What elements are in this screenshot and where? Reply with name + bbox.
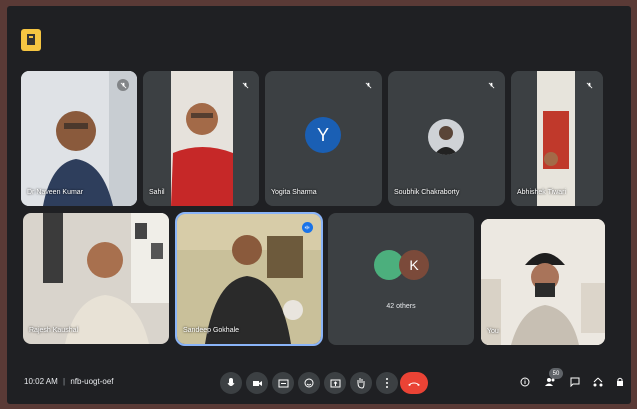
mic-off-icon bbox=[485, 79, 497, 91]
activities-button[interactable] bbox=[590, 373, 606, 391]
video-feed bbox=[511, 71, 603, 206]
video-feed bbox=[143, 71, 259, 206]
end-call-icon bbox=[408, 382, 420, 386]
video-feed bbox=[177, 214, 321, 344]
participant-name: Abhishek Tiwari bbox=[517, 189, 567, 196]
separator: | bbox=[63, 377, 66, 386]
others-count-label: 42 others bbox=[386, 303, 416, 310]
info-icon bbox=[520, 377, 530, 387]
meeting-logo-icon bbox=[21, 29, 41, 51]
present-button[interactable] bbox=[324, 372, 346, 394]
participant-name: Yogita Sharma bbox=[271, 189, 317, 196]
chat-icon bbox=[570, 377, 580, 387]
captions-button[interactable] bbox=[272, 372, 294, 394]
participant-tile-soubhik[interactable]: Soubhik Chakraborty bbox=[388, 71, 505, 206]
lock-button[interactable] bbox=[612, 373, 628, 391]
avatar-others-k: K bbox=[399, 250, 429, 280]
more-options-button[interactable] bbox=[376, 372, 398, 394]
people-button[interactable] bbox=[542, 373, 558, 391]
speaking-indicator-icon bbox=[302, 222, 313, 233]
raise-hand-icon bbox=[357, 378, 365, 389]
participant-name: Dr Naveen Kumar bbox=[27, 189, 84, 196]
mic-off-icon bbox=[362, 79, 374, 91]
more-icon bbox=[386, 378, 388, 388]
video-feed bbox=[481, 219, 605, 345]
avatar: Y bbox=[305, 117, 341, 153]
meeting-info: 10:02 AM | nfb-uogt-oef bbox=[24, 377, 114, 386]
people-icon bbox=[544, 378, 554, 386]
avatar bbox=[428, 119, 464, 155]
participant-tile-yogita[interactable]: Y Yogita Sharma bbox=[265, 71, 382, 206]
activities-icon bbox=[593, 377, 603, 387]
end-call-button[interactable] bbox=[400, 372, 428, 394]
mic-button[interactable] bbox=[220, 372, 242, 394]
mic-off-icon bbox=[117, 79, 129, 91]
raise-hand-button[interactable] bbox=[350, 372, 372, 394]
participant-tile-abhishek[interactable]: Abhishek Tiwari bbox=[511, 71, 603, 206]
camera-icon bbox=[252, 380, 262, 386]
participant-name: Sahil bbox=[149, 189, 165, 196]
mic-off-icon bbox=[583, 79, 595, 91]
meeting-window: Dr Naveen Kumar Sahil Y Yogita Sharma So… bbox=[7, 6, 631, 404]
chat-button[interactable] bbox=[567, 373, 583, 391]
participant-tile-sahil[interactable]: Sahil bbox=[143, 71, 259, 206]
captions-icon bbox=[278, 379, 288, 387]
lock-icon bbox=[617, 377, 623, 386]
info-button[interactable] bbox=[517, 373, 533, 391]
participant-tile-sandeep[interactable]: Sandeep Gokhale bbox=[175, 212, 323, 346]
avatar-initial: K bbox=[409, 257, 419, 273]
participant-tile-rajesh[interactable]: Rajesh Kaushal bbox=[23, 213, 169, 344]
avatar-initial: Y bbox=[316, 124, 329, 145]
video-feed bbox=[23, 213, 169, 344]
bottom-toolbar: 10:02 AM | nfb-uogt-oef 50 bbox=[7, 366, 631, 404]
mic-off-icon bbox=[239, 79, 251, 91]
mic-icon bbox=[227, 378, 235, 386]
emoji-icon bbox=[304, 378, 314, 388]
participant-tile-you[interactable]: You bbox=[481, 219, 605, 345]
video-feed bbox=[21, 71, 137, 206]
emoji-button[interactable] bbox=[298, 372, 320, 394]
others-tile[interactable]: K 42 others bbox=[328, 213, 474, 345]
participant-name: Rajesh Kaushal bbox=[29, 327, 79, 334]
present-icon bbox=[330, 379, 340, 387]
participant-name: Soubhik Chakraborty bbox=[394, 189, 460, 196]
participant-name: Sandeep Gokhale bbox=[183, 327, 240, 334]
camera-button[interactable] bbox=[246, 372, 268, 394]
participant-tile-naveen[interactable]: Dr Naveen Kumar bbox=[21, 71, 137, 206]
meeting-time: 10:02 AM bbox=[24, 377, 58, 386]
meeting-code: nfb-uogt-oef bbox=[70, 377, 114, 386]
participant-name: You bbox=[487, 328, 499, 335]
